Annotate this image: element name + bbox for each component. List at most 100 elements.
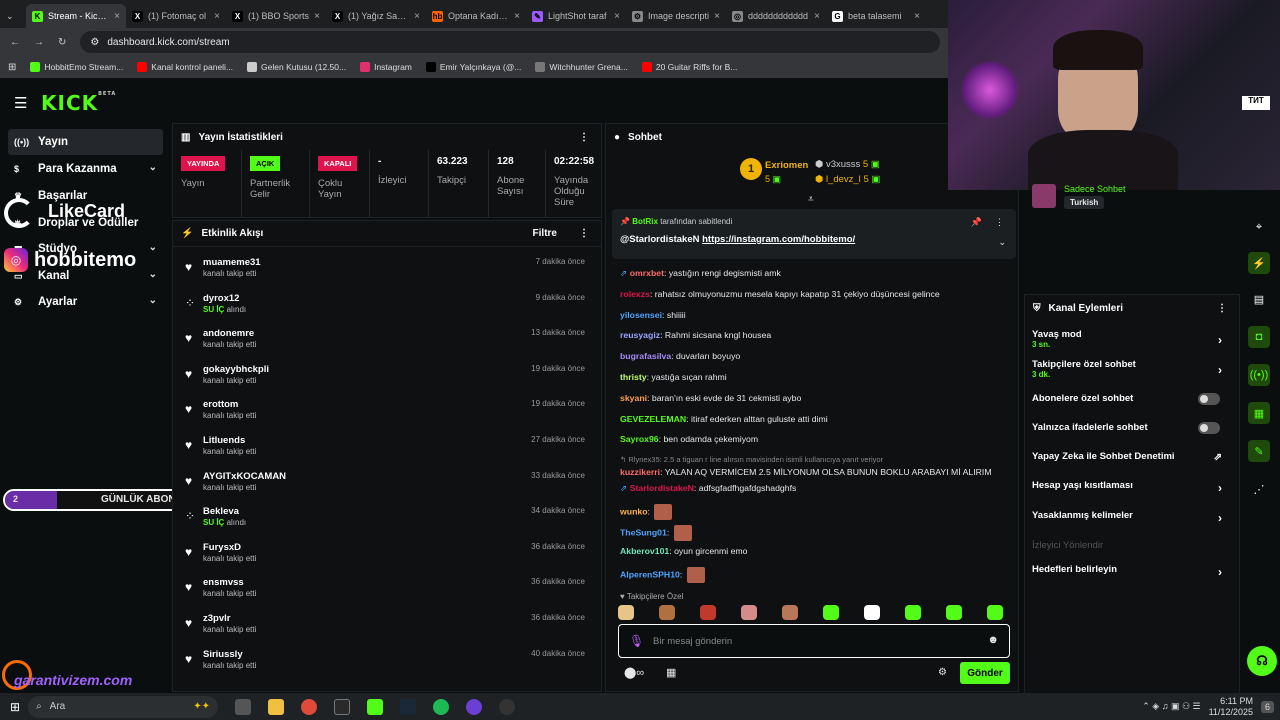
notes-icon[interactable]: ▤ [1248,288,1270,310]
taskbar-search[interactable]: ⌕ Ara ✦✦ [28,695,219,718]
url-input[interactable]: ⚙ dashboard.kick.com/stream [80,31,940,53]
sidebar-item[interactable]: ((•)) Yayın [8,129,163,155]
channel-action-item[interactable]: Yalnızca ifadelerle sohbet [1032,422,1232,434]
apps-grid-icon[interactable]: ⊞ [8,62,16,73]
pinned-menu-icon[interactable]: ⋮ [995,217,1004,228]
chevron-down-icon[interactable]: ⌄ [149,242,157,253]
chat-username[interactable]: kuzzikerri [620,467,660,477]
app-icon-1[interactable] [334,698,351,715]
back-icon[interactable]: ← [10,37,20,48]
channel-action-item[interactable]: Yavaş mod 3 sn. › [1032,329,1232,349]
tab-close-icon[interactable]: × [914,11,920,22]
chat-username[interactable]: Akberov101 [620,546,669,556]
emote-icon[interactable] [618,605,634,620]
emote-icon[interactable] [782,605,798,620]
task-view-icon[interactable] [235,698,252,715]
chat-input[interactable]: 🎙 Bir mesaj gönderin ☻ [618,624,1010,658]
chevron-right-icon[interactable]: › [1218,333,1222,347]
sidebar-item[interactable]: ⚙ Ayarlar ⌄ [8,289,163,315]
bookmark-item[interactable]: Gelen Kutusu (12.50... [247,62,346,73]
activity-filter-button[interactable]: Filtre [533,228,557,239]
browser-tab[interactable]: ◎ dddddddddddd × [726,4,826,28]
pinned-expand-icon[interactable]: ⌄ [998,237,1006,248]
tab-close-icon[interactable]: × [514,11,520,22]
browser-tab[interactable]: K Stream - Kick D × [26,4,126,28]
tab-close-icon[interactable]: × [714,11,720,22]
chevron-right-icon[interactable]: › [1218,363,1222,377]
sidebar-item[interactable]: $ Para Kazanma ⌄ [8,156,163,182]
chevron-right-icon[interactable]: › [1218,481,1222,495]
chevron-down-icon[interactable]: ⌄ [149,295,157,306]
channel-action-item[interactable]: Takipçilere özel sohbet 3 dk. › [1032,359,1232,379]
chevron-down-icon[interactable]: ⌄ [149,162,157,173]
broadcast-icon[interactable]: ((•)) [1248,364,1270,386]
toggle-switch[interactable] [1198,393,1220,405]
send-button[interactable]: Gönder [960,662,1010,684]
emoji-icon[interactable]: ☻ [987,634,999,646]
browser-tab[interactable]: X (1) Fotomaç ol × [126,4,226,28]
wrench-icon[interactable]: ✎ [1248,440,1270,462]
collapse-leaders-icon[interactable]: ⩡ [808,194,814,205]
chat-username[interactable]: thristy [620,372,647,382]
microphone-icon[interactable]: 🎙 [629,634,644,648]
chat-username[interactable]: rolexzs [620,289,650,299]
browser-tab[interactable]: ✎ LightShot taraf × [526,4,626,28]
bookmark-item[interactable]: HobbitEmo Stream... [30,62,123,73]
kick-app-icon[interactable] [367,698,384,715]
browser-tab[interactable]: Gbeta talasemi × [826,4,926,28]
file-explorer-icon[interactable] [268,698,285,715]
emote-icon[interactable] [741,605,757,620]
chat-settings-icon[interactable]: ⚙ [938,667,947,678]
clock[interactable]: 6:11 PM 11/12/2025 [1209,696,1253,718]
site-info-icon[interactable]: ⚙ [90,37,99,48]
bookmark-item[interactable]: Witchhunter Grena... [535,62,628,73]
chat-username[interactable]: Sayrox96 [620,434,659,444]
kick-logo[interactable]: KICKBETA [41,91,116,115]
toggle-switch[interactable] [1198,422,1220,434]
hamburger-menu-icon[interactable]: ☰ [14,94,27,112]
browser-tab[interactable]: X (1) Yağız Sabun × [326,4,426,28]
chat-username[interactable]: StarlordistakeN [630,483,694,493]
activity-menu-icon[interactable]: ⋮ [579,228,589,239]
browser-tab[interactable]: X (1) BBO Sports × [226,4,326,28]
support-icon[interactable]: ☊ [1247,646,1277,676]
chat-username[interactable]: GEVEZELEMAN [620,414,686,424]
bookmark-item[interactable]: 20 Guitar Riffs for B... [641,62,737,73]
emote-icon[interactable] [905,605,921,620]
steam-icon[interactable] [400,698,417,715]
external-link-icon[interactable]: ⇗ [1214,452,1222,463]
chat-username[interactable]: wunko [620,506,648,516]
chat-username[interactable]: AlperenSPH10 [620,569,680,579]
channel-action-item[interactable]: Hedefleri belirleyin › [1032,564,1232,579]
stats-menu-icon[interactable]: ⋮ [579,132,589,143]
bookmark-item[interactable]: Instagram [360,62,412,73]
tray-icons[interactable]: ⌃ ◈ ♫ ▣ ⚇ ☰ [1142,701,1200,712]
chat-username[interactable]: skyani [620,393,647,403]
tab-close-icon[interactable]: × [814,11,820,22]
reload-icon[interactable]: ↻ [58,37,66,48]
chat-username[interactable]: reusyagiz [620,330,660,340]
chat-username[interactable]: omrxbet [630,268,664,278]
channel-action-item[interactable]: Yapay Zeka ile Sohbet Denetimi ⇗ [1032,451,1232,463]
emote-icon[interactable] [987,605,1003,620]
chat-username[interactable]: bugrafasilva [620,351,671,361]
layout-icon[interactable]: ▦ [1248,402,1270,424]
pinned-link[interactable]: https://instagram.com/hobbitemo/ [702,234,855,245]
gift-icon[interactable]: ▦ [666,666,676,679]
tab-close-icon[interactable]: × [214,11,220,22]
tab-search-icon[interactable]: ⌄ [6,11,26,22]
emote-icon[interactable] [659,605,675,620]
chat-username[interactable]: yilosensei [620,310,662,320]
windows-start-icon[interactable]: ⊞ [10,700,20,714]
obs-icon[interactable] [499,698,516,715]
channel-action-item[interactable]: Abonelere özel sohbet [1032,393,1232,405]
points-icon[interactable]: ⬤∞ [624,666,644,679]
share-icon[interactable]: ⋰ [1248,478,1270,500]
emote-icon[interactable] [823,605,839,620]
tab-close-icon[interactable]: × [314,11,320,22]
quick-actions-icon[interactable]: ⚡ [1248,252,1270,274]
channel-action-item[interactable]: Hesap yaşı kısıtlaması › [1032,480,1232,495]
emote-icon[interactable] [700,605,716,620]
emote-icon[interactable] [864,605,880,620]
unpin-icon[interactable]: 📌 [971,217,982,228]
